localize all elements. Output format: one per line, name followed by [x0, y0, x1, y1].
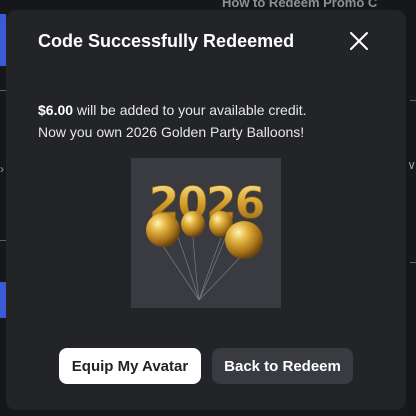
background-chevron-icon: › — [0, 162, 4, 176]
close-button[interactable] — [344, 26, 374, 56]
close-icon — [350, 32, 368, 50]
credit-text: will be added to your available credit. — [73, 102, 307, 118]
credit-line: $6.00 will be added to your available cr… — [38, 99, 378, 121]
background-divider — [410, 100, 416, 101]
back-to-redeem-button[interactable]: Back to Redeem — [212, 348, 353, 384]
modal-title: Code Successfully Redeemed — [38, 31, 295, 51]
background-arrow-icon: ∨ — [407, 158, 416, 172]
redeem-success-modal: Code Successfully Redeemed $6.00 will be… — [6, 10, 406, 410]
background-heading: How to Redeem Promo C — [222, 0, 378, 10]
page: How to Redeem Promo C › ∨ Code Successfu… — [0, 0, 416, 416]
golden-balloons-image: 2026 — [146, 178, 266, 301]
item-thumbnail: 2026 — [131, 158, 281, 308]
modal-message: $6.00 will be added to your available cr… — [38, 99, 378, 143]
credit-amount: $6.00 — [38, 102, 74, 118]
background-divider — [410, 262, 416, 263]
ownership-line: Now you own 2026 Golden Party Balloons! — [38, 124, 305, 140]
equip-avatar-button[interactable]: Equip My Avatar — [59, 348, 201, 384]
